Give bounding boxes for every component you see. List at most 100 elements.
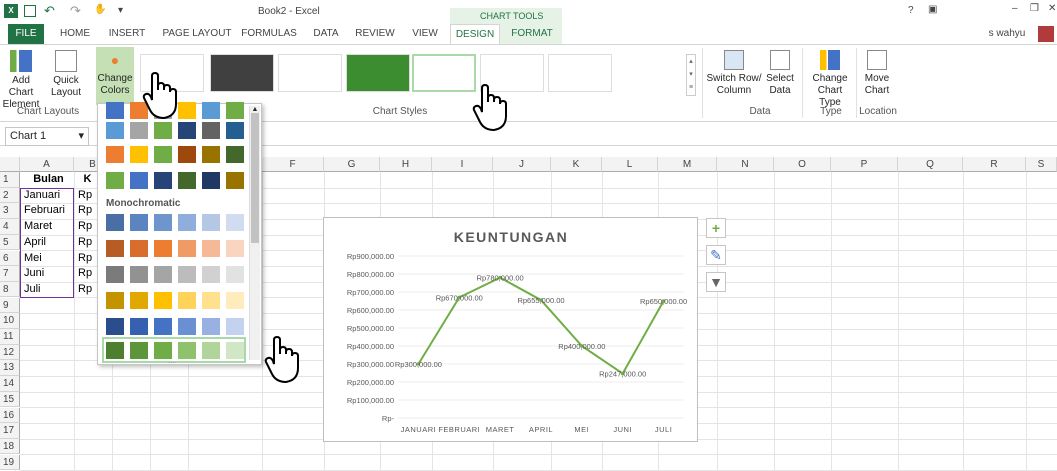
close-icon[interactable]: ✕: [1048, 3, 1056, 14]
chart-style-5[interactable]: [412, 54, 476, 92]
row-header-6[interactable]: 6: [0, 250, 20, 266]
undo-icon[interactable]: ↶: [44, 3, 55, 19]
column-header-g[interactable]: G: [324, 157, 380, 172]
save-icon[interactable]: [24, 5, 36, 17]
tab-data[interactable]: DATA: [306, 24, 346, 44]
chart-style-3[interactable]: [278, 54, 342, 92]
row-header-12[interactable]: 12: [0, 344, 20, 361]
row-header-17[interactable]: 17: [0, 423, 20, 439]
select-all-corner[interactable]: [0, 157, 20, 172]
avatar[interactable]: [1038, 26, 1054, 42]
column-header-h[interactable]: H: [380, 157, 432, 172]
monochromatic-swatch[interactable]: [178, 266, 196, 283]
move-chart-button[interactable]: Move Chart: [860, 50, 894, 97]
change-chart-type-button[interactable]: Change Chart Type: [806, 50, 854, 109]
quick-layout-button[interactable]: Quick Layout: [44, 50, 88, 99]
redo-icon[interactable]: ↷: [70, 3, 81, 19]
monochromatic-swatch[interactable]: [202, 266, 220, 283]
user-name[interactable]: s wahyu: [978, 24, 1036, 44]
chart-filters-button[interactable]: ▼: [706, 272, 726, 292]
monochromatic-swatch[interactable]: [154, 292, 172, 309]
colorful-swatch[interactable]: [226, 146, 244, 163]
monochromatic-swatch[interactable]: [130, 214, 148, 231]
chart-style-4[interactable]: [346, 54, 410, 92]
monochromatic-swatch[interactable]: [106, 214, 124, 231]
monochromatic-swatch[interactable]: [154, 214, 172, 231]
monochromatic-swatch[interactable]: [130, 266, 148, 283]
colorful-swatch[interactable]: [202, 172, 220, 189]
monochromatic-swatch[interactable]: [202, 240, 220, 257]
tab-page-layout[interactable]: PAGE LAYOUT: [158, 24, 236, 44]
column-header-k[interactable]: K: [551, 157, 602, 172]
tab-design[interactable]: DESIGN: [450, 24, 500, 44]
row-header-10[interactable]: 10: [0, 313, 20, 329]
row-header-8[interactable]: 8: [0, 281, 20, 298]
chart-area[interactable]: KEUNTUNGAN Rp- Rp100,000.00 Rp200,000.00 Rp3…: [323, 217, 698, 442]
colorful-swatch[interactable]: [202, 146, 220, 163]
cell-b1[interactable]: K: [75, 172, 97, 188]
colorful-swatch[interactable]: [178, 146, 196, 163]
colorful-swatch[interactable]: [202, 122, 220, 139]
cell-b8[interactable]: Rp: [75, 282, 97, 298]
touch-mode-icon[interactable]: ✋: [94, 4, 106, 15]
monochromatic-swatch[interactable]: [202, 292, 220, 309]
ribbon-display-icon[interactable]: ▣: [928, 4, 937, 15]
cell-b2[interactable]: Rp: [75, 188, 97, 204]
switch-row-column-button[interactable]: Switch Row/ Column: [706, 50, 762, 97]
minimize-icon[interactable]: –: [1012, 3, 1018, 14]
row-header-2[interactable]: 2: [0, 187, 20, 204]
monochromatic-swatch[interactable]: [226, 292, 244, 309]
colorful-swatch[interactable]: [178, 172, 196, 189]
change-colors-button[interactable]: ● Change Colors: [96, 47, 134, 105]
row-header-4[interactable]: 4: [0, 219, 20, 235]
cell-a1[interactable]: Bulan: [21, 172, 73, 188]
monochromatic-swatch[interactable]: [226, 318, 244, 335]
cell-b5[interactable]: Rp: [75, 235, 97, 251]
colorful-swatch[interactable]: [106, 172, 124, 189]
add-chart-element-button[interactable]: Add Chart Element: [2, 50, 40, 111]
monochromatic-swatch[interactable]: [226, 266, 244, 283]
chart-styles-brush-button[interactable]: ✎: [706, 245, 726, 265]
monochromatic-swatch[interactable]: [226, 240, 244, 257]
colorful-swatch[interactable]: [106, 122, 124, 139]
monochromatic-swatch[interactable]: [106, 266, 124, 283]
tab-view[interactable]: VIEW: [406, 24, 444, 44]
column-header-o[interactable]: O: [774, 157, 831, 172]
monochromatic-swatch[interactable]: [154, 266, 172, 283]
column-header-a[interactable]: A: [20, 157, 74, 172]
monochromatic-swatch[interactable]: [178, 318, 196, 335]
monochromatic-swatch[interactable]: [130, 292, 148, 309]
chart-style-7[interactable]: [548, 54, 612, 92]
colorful-swatch[interactable]: [106, 146, 124, 163]
cell-b4[interactable]: Rp: [75, 219, 97, 235]
row-header-13[interactable]: 13: [0, 360, 20, 376]
colorful-swatch[interactable]: [226, 172, 244, 189]
tab-insert[interactable]: INSERT: [104, 24, 150, 44]
monochromatic-swatch[interactable]: [178, 240, 196, 257]
excel-app-icon[interactable]: X: [4, 4, 18, 18]
column-header-f[interactable]: F: [262, 157, 324, 172]
monochromatic-swatch[interactable]: [154, 318, 172, 335]
tab-file[interactable]: FILE: [8, 24, 44, 44]
colorful-swatch[interactable]: [130, 146, 148, 163]
column-header-n[interactable]: N: [717, 157, 774, 172]
dropdown-scrollbar[interactable]: ▲: [249, 106, 260, 360]
column-header-s[interactable]: S: [1026, 157, 1057, 172]
monochromatic-swatch[interactable]: [202, 214, 220, 231]
tab-review[interactable]: REVIEW: [350, 24, 400, 44]
customize-qat-icon[interactable]: ▾: [118, 5, 123, 16]
chart-elements-button[interactable]: +: [706, 218, 726, 238]
row-header-7[interactable]: 7: [0, 266, 20, 282]
row-header-16[interactable]: 16: [0, 407, 20, 423]
monochromatic-swatch[interactable]: [130, 240, 148, 257]
cell-b7[interactable]: Rp: [75, 266, 97, 282]
row-header-19[interactable]: 19: [0, 454, 20, 471]
monochromatic-swatch[interactable]: [154, 240, 172, 257]
colorful-swatch[interactable]: [202, 102, 220, 119]
row-header-9[interactable]: 9: [0, 297, 20, 314]
chart-style-2[interactable]: [210, 54, 274, 92]
column-header-i[interactable]: I: [432, 157, 493, 172]
row-header-11[interactable]: 11: [0, 329, 20, 345]
column-header-l[interactable]: L: [602, 157, 658, 172]
row-header-1[interactable]: 1: [0, 172, 20, 188]
